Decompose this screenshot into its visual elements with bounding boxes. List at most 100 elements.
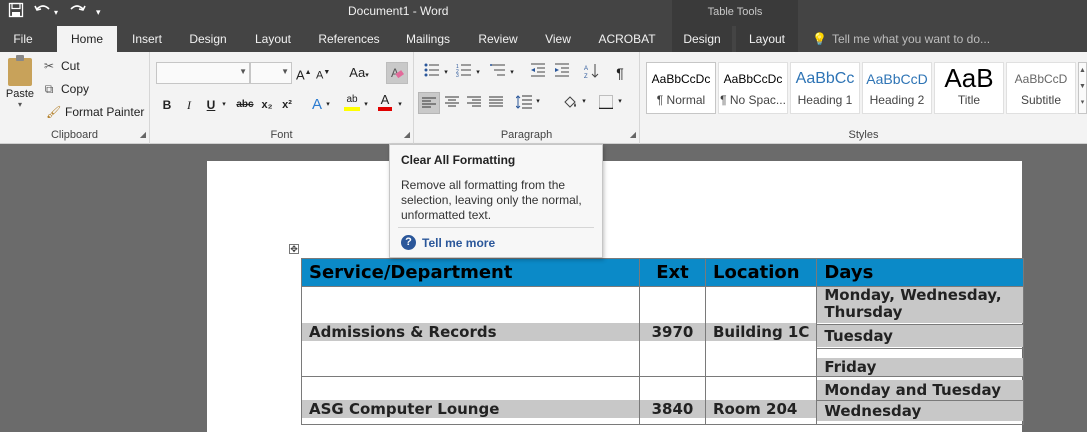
tab-review[interactable]: Review [468,26,528,52]
tab-references[interactable]: References [310,26,388,52]
table-cell[interactable]: 3970 [639,286,706,377]
borders-dropdown-icon[interactable]: ▾ [616,92,624,112]
text-effects-dropdown-icon[interactable]: ▾ [324,95,332,115]
clipboard-icon [8,55,32,86]
tab-design[interactable]: Design [180,26,236,52]
superscript-button[interactable]: x² [280,95,294,115]
undo-icon[interactable] [34,3,52,21]
service-name: ASG Computer Lounge [302,399,639,418]
sort-icon[interactable]: AZ [582,63,602,83]
table-cell[interactable]: ASG Computer Lounge [301,376,640,425]
table-cell[interactable]: Friday [816,348,1025,377]
format-painter-button[interactable]: 🖌 Format Painter [46,102,144,122]
tab-home[interactable]: Home [57,26,117,52]
subscript-button[interactable]: x₂ [260,95,274,115]
grow-font-icon: A [296,67,305,83]
borders-icon[interactable] [596,92,616,112]
redo-icon[interactable] [68,3,86,21]
bold-button[interactable]: B [160,95,174,115]
cut-button[interactable]: ✂ Cut [42,56,80,76]
table-cell[interactable]: Admissions & Records [301,286,640,377]
table-move-handle-icon[interactable]: ✥ [289,244,299,254]
style-heading-2[interactable]: AaBbCcD Heading 2 [862,62,932,114]
multilevel-list-icon[interactable] [488,63,508,83]
style-heading-1[interactable]: AaBbCc Heading 1 [790,62,860,114]
font-launcher-icon[interactable]: ◢ [404,130,410,139]
show-hide-marks-icon[interactable]: ¶ [612,63,628,83]
shading-icon[interactable] [560,92,580,112]
change-case-button[interactable]: Aa▾ [344,63,374,83]
table-cell[interactable]: Wednesday [816,400,1025,425]
table-header-row: Service/Department Ext Location Days [301,258,1025,287]
services-table: Service/Department Ext Location Days Adm… [301,258,1025,425]
align-right-icon[interactable] [464,92,484,112]
save-icon[interactable] [8,2,24,22]
chevron-down-icon: ▼ [239,67,247,76]
tab-acrobat[interactable]: ACROBAT [590,26,664,52]
underline-button[interactable]: U [204,95,218,115]
highlight-dropdown-icon[interactable]: ▾ [362,95,370,115]
shading-dropdown-icon[interactable]: ▾ [580,92,588,112]
text-effects-button[interactable]: A [310,95,324,115]
bullets-dropdown-icon[interactable]: ▾ [442,63,450,83]
font-name-combo[interactable]: ▼ [156,62,250,84]
table-cell[interactable]: Building 1C [704,286,818,377]
table-cell[interactable]: Monday, Wednesday, Thursday [816,286,1025,325]
numbering-icon[interactable]: 123 [454,63,474,83]
table-cell[interactable]: 3840 [639,376,706,425]
strikethrough-button[interactable]: abc [234,95,256,115]
grow-font-button[interactable]: A▲ [296,63,312,83]
styles-gallery-scroll[interactable]: ▲ ▼ ▾ [1078,62,1087,114]
italic-button[interactable]: I [182,95,196,115]
increase-indent-icon[interactable] [552,63,572,83]
table-cell[interactable]: Room 204 [704,376,818,425]
clipboard-launcher-icon[interactable]: ◢ [140,130,146,139]
tab-view[interactable]: View [536,26,580,52]
paste-dropdown-icon[interactable]: ▾ [4,100,36,109]
align-center-icon[interactable] [442,92,462,112]
align-left-icon[interactable] [418,92,440,114]
clear-formatting-button[interactable]: A [386,62,408,84]
justify-icon[interactable] [486,92,506,112]
style-heading-1-sample: AaBbCc [795,70,855,87]
copy-button[interactable]: ⧉ Copy [42,79,89,99]
multilevel-dropdown-icon[interactable]: ▾ [508,63,516,83]
tab-insert[interactable]: Insert [122,26,172,52]
paragraph-launcher-icon[interactable]: ◢ [630,130,636,139]
customize-qat-icon[interactable]: ▾ [96,7,101,18]
line-spacing-dropdown-icon[interactable]: ▾ [534,92,542,112]
paragraph-group-label: Paragraph [500,129,553,141]
underline-dropdown-icon[interactable]: ▾ [220,95,228,115]
tell-me-more-link[interactable]: ? Tell me more [401,235,495,250]
style-no-spacing[interactable]: AaBbCcDc ¶ No Spac... [718,62,788,114]
table-cell[interactable]: Tuesday [816,324,1025,349]
format-painter-label: Format Painter [65,105,145,119]
svg-text:3: 3 [456,73,459,77]
day-value: Tuesday [817,325,1024,347]
table-cell[interactable]: Monday and Tuesday [816,376,1025,401]
font-size-combo[interactable]: ▼ [250,62,292,84]
style-title[interactable]: AaB Title [934,62,1004,114]
paste-button[interactable]: Paste ▾ [4,55,36,122]
ext-value: 3970 [640,322,705,341]
highlight-button[interactable]: ab [344,93,360,111]
tab-mailings[interactable]: Mailings [396,26,460,52]
style-subtitle[interactable]: AaBbCcD Subtitle [1006,62,1076,114]
location-value: Building 1C [706,322,817,341]
service-name: Admissions & Records [302,322,639,341]
decrease-indent-icon[interactable] [528,63,548,83]
tab-table-design[interactable]: Design [672,26,732,52]
bullets-icon[interactable] [422,63,442,83]
style-normal[interactable]: AaBbCcDc ¶ Normal [646,62,716,114]
font-color-button[interactable]: A [378,93,392,111]
shrink-font-button[interactable]: A▼ [316,63,330,83]
numbering-dropdown-icon[interactable]: ▾ [474,63,482,83]
tab-table-layout[interactable]: Layout [736,26,798,52]
tab-layout[interactable]: Layout [244,26,302,52]
tell-me-box[interactable]: 💡 Tell me what you want to do... [812,26,990,52]
font-color-dropdown-icon[interactable]: ▾ [396,95,404,115]
undo-dropdown-icon[interactable]: ▾ [54,8,58,17]
line-spacing-icon[interactable] [514,92,534,112]
day-value: Monday and Tuesday [817,380,1024,400]
tab-file[interactable]: File [0,26,46,52]
